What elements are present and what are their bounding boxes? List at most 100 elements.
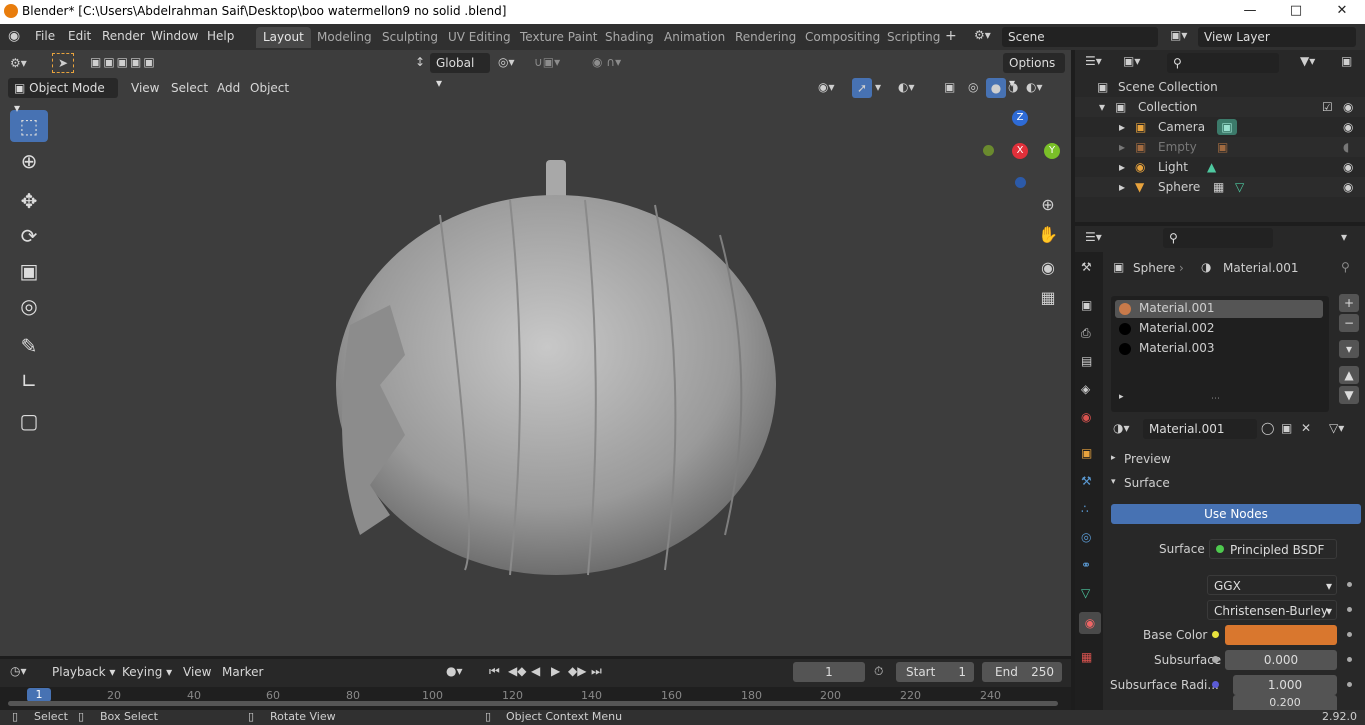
preview-range-icon[interactable]: ⏱	[874, 664, 883, 679]
scene-icon[interactable]: ⚙▾	[974, 28, 991, 42]
menu-edit[interactable]: Edit	[68, 29, 91, 43]
tool-tab-icon[interactable]: ⚒	[1081, 260, 1092, 274]
current-frame-field[interactable]: 1	[793, 662, 865, 682]
light-data-icon[interactable]: ▲	[1207, 157, 1216, 177]
tab-sculpting[interactable]: Sculpting	[375, 27, 445, 48]
remove-slot-button[interactable]: −	[1339, 314, 1359, 332]
gizmo-toggle-icon[interactable]: ➚	[852, 78, 872, 98]
gizmo-y-axis[interactable]: Y	[1044, 143, 1060, 159]
move-tool[interactable]: ✥	[10, 185, 48, 217]
proportional-icon[interactable]: ◉ ∩▾	[592, 55, 621, 69]
material-shading-icon[interactable]: ◑	[1008, 80, 1018, 94]
material-slot-2[interactable]: Material.002	[1115, 320, 1323, 338]
rotate-tool[interactable]: ⟳	[10, 220, 48, 252]
properties-editor-icon[interactable]: ☰▾	[1085, 230, 1102, 244]
timeline-keying-menu[interactable]: Keying ▾	[122, 665, 172, 679]
timeline-marker-menu[interactable]: Marker	[222, 665, 263, 679]
timeline-editor-icon[interactable]: ◷▾	[10, 664, 27, 678]
tab-texture-paint[interactable]: Texture Paint	[513, 27, 604, 48]
base-color-swatch[interactable]	[1225, 625, 1337, 645]
viewport-menu-view[interactable]: View	[131, 81, 159, 95]
wireframe-shading-icon[interactable]: ◎	[968, 80, 978, 94]
tab-scripting[interactable]: Scripting	[880, 27, 947, 48]
3d-viewport[interactable]: Z X Y ⊕ ✋ ◉ ▦ ⬚ ⊕ ✥ ⟳ ▣ ◎ ✎ ∟ ▢	[0, 50, 1071, 656]
pumpkin-model[interactable]	[320, 155, 790, 580]
add-slot-button[interactable]: +	[1339, 294, 1359, 312]
overlay-icon[interactable]: ◐▾	[898, 80, 915, 94]
object-tab-icon[interactable]: ▣	[1081, 446, 1092, 460]
distribution-dropdown[interactable]: GGX ▾	[1207, 575, 1337, 595]
jump-keyframe-back-icon[interactable]: ◀◆	[508, 664, 526, 678]
view-layer-icon[interactable]: ▣▾	[1170, 28, 1187, 42]
collection-row[interactable]: ▾ ▣ Collection ☑ ◉	[1075, 97, 1365, 117]
jump-start-icon[interactable]: ⏮	[489, 664, 500, 679]
expand-icon[interactable]: ▸	[1119, 177, 1125, 197]
record-icon[interactable]: ●▾	[446, 664, 463, 678]
jump-keyframe-forward-icon[interactable]: ◆▶	[568, 664, 586, 678]
solid-shading-icon[interactable]: ●	[986, 78, 1006, 98]
gizmo-z-axis[interactable]: Z	[1012, 110, 1028, 126]
start-frame-field[interactable]: Start 1	[896, 662, 974, 682]
outliner-search-field[interactable]: ⚲	[1167, 53, 1279, 73]
properties-search-field[interactable]: ⚲	[1163, 228, 1273, 248]
camera-visibility-icon[interactable]: ◉	[1343, 117, 1353, 137]
play-icon[interactable]: ▶	[551, 664, 560, 678]
empty-image-icon[interactable]: ▣	[1217, 137, 1228, 157]
viewport-menu-add[interactable]: Add	[217, 81, 240, 95]
properties-options-icon[interactable]: ▾	[1341, 230, 1347, 244]
preview-collapse-icon[interactable]: ▸	[1111, 453, 1116, 463]
subsurface-radius-y-field[interactable]: 0.200	[1233, 695, 1337, 710]
mode-dropdown[interactable]: ▣ Object Mode ▾	[8, 78, 118, 115]
filter-icon[interactable]: ▼▾	[1300, 54, 1315, 68]
gizmo-y-neg[interactable]	[983, 145, 994, 156]
menu-file[interactable]: File	[35, 29, 55, 43]
tab-modeling[interactable]: Modeling	[310, 27, 379, 48]
unlink-material-icon[interactable]: ✕	[1301, 421, 1311, 435]
orientation-icon[interactable]: ↕	[415, 55, 425, 69]
visibility-icon[interactable]: ◉▾	[818, 80, 835, 94]
rendered-shading-icon[interactable]: ◐▾	[1026, 80, 1043, 94]
duplicate-material-icon[interactable]: ▣	[1281, 421, 1292, 435]
snap-icon[interactable]: ∪▣▾	[534, 55, 560, 69]
editor-type-icon[interactable]: ⚙▾	[10, 56, 27, 70]
fake-user-icon[interactable]: ◯	[1261, 421, 1274, 435]
material-name-field[interactable]: Material.001	[1143, 419, 1257, 439]
cursor-tool[interactable]: ⊕	[10, 145, 48, 177]
expand-icon[interactable]: ▸	[1119, 137, 1125, 157]
constraints-tab-icon[interactable]: ⚭	[1081, 558, 1091, 572]
preview-panel-header[interactable]: Preview	[1124, 452, 1171, 466]
mesh-data-icon[interactable]: ▽	[1235, 177, 1244, 197]
outliner-editor-icon[interactable]: ☰▾	[1085, 54, 1102, 68]
slot-specials-button[interactable]: ▾	[1339, 340, 1359, 358]
move-slot-up-button[interactable]: ▲	[1339, 366, 1359, 384]
gizmo-dropdown-icon[interactable]: ▾	[875, 80, 881, 94]
minimize-icon[interactable]: —	[1227, 0, 1273, 24]
menu-window[interactable]: Window	[151, 29, 198, 43]
close-icon[interactable]: ✕	[1319, 0, 1365, 24]
view-layer-field[interactable]: View Layer	[1198, 27, 1356, 47]
gizmo-x-axis[interactable]: X	[1012, 143, 1028, 159]
scene-name-field[interactable]: Scene	[1002, 27, 1158, 47]
link-type-icon[interactable]: ▽▾	[1329, 421, 1344, 435]
outliner-item-camera[interactable]: ▸ ▣ Camera ▣ ◉	[1075, 117, 1365, 137]
timeline-view-menu[interactable]: View	[183, 665, 211, 679]
render-tab-icon[interactable]: ▣	[1081, 298, 1092, 312]
gizmo-z-neg[interactable]	[1015, 177, 1026, 188]
physics-tab-icon[interactable]: ◎	[1081, 530, 1091, 544]
tab-layout[interactable]: Layout	[256, 27, 311, 48]
blender-menu-icon[interactable]: ◉	[8, 28, 20, 44]
annotate-tool[interactable]: ✎	[10, 330, 48, 362]
outliner-item-light[interactable]: ▸ ◉ Light ▲ ◉	[1075, 157, 1365, 177]
outliner-display-icon[interactable]: ▣▾	[1123, 54, 1140, 68]
list-resize-handle-icon[interactable]: ⋯	[1211, 394, 1220, 404]
pivot-icon[interactable]: ◎▾	[498, 55, 515, 69]
expand-icon[interactable]: ▸	[1119, 117, 1125, 137]
transform-tool[interactable]: ◎	[10, 290, 48, 322]
end-frame-field[interactable]: End 250	[982, 662, 1062, 682]
outliner-item-sphere[interactable]: ▸ ▼ Sphere ▦ ▽ ◉	[1075, 177, 1365, 197]
menu-help[interactable]: Help	[207, 29, 234, 43]
tab-shading[interactable]: Shading	[598, 27, 661, 48]
modifier-tab-icon[interactable]: ⚒	[1081, 474, 1092, 488]
selection-modes-icon[interactable]: ▣▣▣▣▣	[90, 55, 157, 69]
surface-expand-icon[interactable]: ▾	[1111, 477, 1116, 487]
